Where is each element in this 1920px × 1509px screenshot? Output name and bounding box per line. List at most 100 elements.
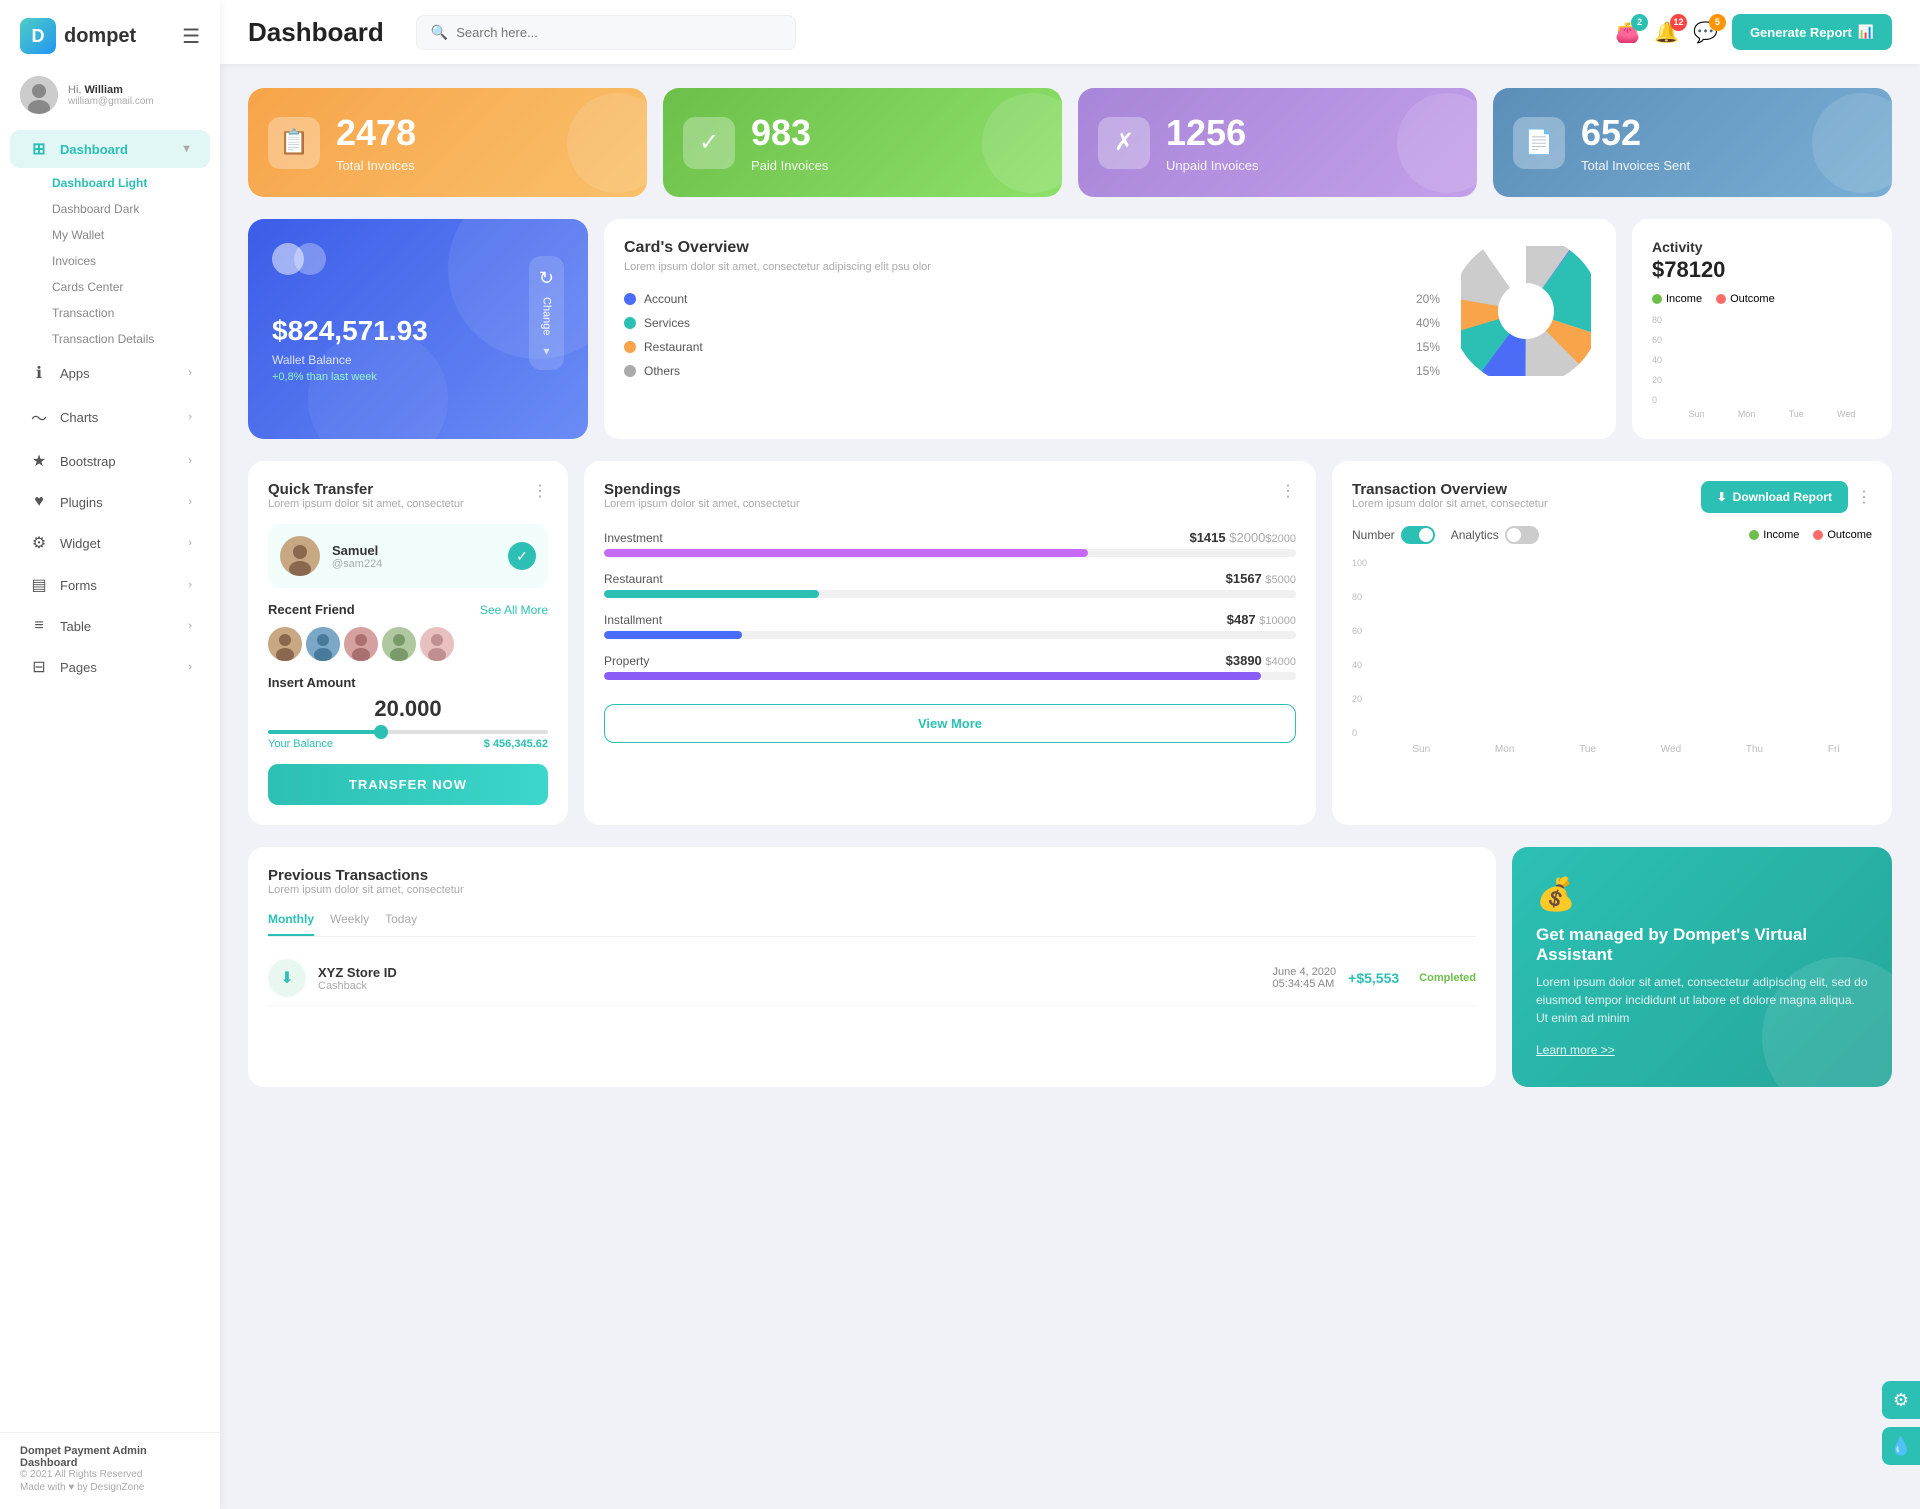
restaurant-percent: 15%: [1416, 340, 1440, 354]
bottom-row-1: Quick Transfer Lorem ipsum dolor sit ame…: [248, 461, 1892, 825]
overview-content: Card's Overview Lorem ipsum dolor sit am…: [624, 239, 1596, 383]
view-more-label: View More: [918, 716, 982, 731]
sidebar-item-apps[interactable]: ℹ Apps ›: [10, 354, 210, 392]
table-icon: ≡: [28, 617, 50, 635]
income-dot: [1652, 294, 1662, 304]
act-bars: [1670, 315, 1872, 405]
sidebar-item-label-table: Table: [60, 619, 91, 634]
activity-amount: $78120: [1652, 257, 1872, 283]
friend-avatar-1[interactable]: [268, 627, 302, 661]
wallet-label: Wallet Balance: [272, 353, 517, 367]
sidebar-sub-item-light[interactable]: Dashboard Light: [52, 170, 220, 196]
overview-title: Card's Overview: [624, 239, 1440, 257]
virtual-assistant-card: 💰 Get managed by Dompet's Virtual Assist…: [1512, 847, 1892, 1087]
transfer-now-button[interactable]: TRANSFER NOW: [268, 764, 548, 805]
qt-recent-label: Recent Friend: [268, 602, 355, 617]
sp-bar-fill-investment: [604, 549, 1088, 557]
restaurant-label: Restaurant: [644, 340, 703, 354]
hamburger-icon[interactable]: ☰: [182, 24, 200, 49]
sp-bar-bg-restaurant: [604, 590, 1296, 598]
qt-see-all-link[interactable]: See All More: [480, 603, 548, 617]
restaurant-dot: [624, 341, 636, 353]
friend-avatar-5[interactable]: [420, 627, 454, 661]
chevron-right-icon-6: ›: [188, 579, 192, 591]
search-input[interactable]: [456, 25, 781, 40]
va-learn-more-link[interactable]: Learn more >>: [1536, 1043, 1615, 1057]
sidebar-sub-item-wallet[interactable]: My Wallet: [52, 222, 220, 248]
sidebar-item-pages[interactable]: ⊟ Pages ›: [10, 648, 210, 686]
settings-float-button[interactable]: ⚙: [1882, 1381, 1920, 1419]
copyright: © 2021 All Rights Reserved: [20, 1469, 200, 1480]
bell-icon-btn[interactable]: 🔔 12: [1654, 20, 1679, 45]
view-more-button[interactable]: View More: [604, 704, 1296, 743]
qt-amount-display: 20.000: [268, 696, 548, 722]
pt-desc: Lorem ipsum dolor sit amet, consectetur: [268, 884, 464, 896]
unpaid-invoices-value: 1256: [1166, 112, 1259, 154]
theme-float-button[interactable]: 💧: [1882, 1427, 1920, 1465]
sp-item-restaurant: Restaurant $1567 $5000: [604, 571, 1296, 598]
sidebar-sub-item-invoices[interactable]: Invoices: [52, 248, 220, 274]
sidebar-item-table[interactable]: ≡ Table ›: [10, 608, 210, 644]
chat-icon-btn[interactable]: 💬 5: [1693, 20, 1718, 45]
sidebar-sub-item-transaction-details[interactable]: Transaction Details: [52, 326, 220, 352]
quick-transfer-more-icon[interactable]: ⋮: [532, 481, 548, 501]
pt-title: Previous Transactions: [268, 867, 464, 884]
overview-row-restaurant: Restaurant 15%: [624, 335, 1440, 359]
tov-more-icon[interactable]: ⋮: [1856, 487, 1872, 507]
chevron-right-icon-7: ›: [188, 620, 192, 632]
spendings-header: Spendings Lorem ipsum dolor sit amet, co…: [604, 481, 1296, 526]
sidebar-item-bootstrap[interactable]: ★ Bootstrap ›: [10, 442, 210, 480]
qt-selected-person: Samuel @sam224 ✓: [268, 524, 548, 588]
account-label: Account: [644, 292, 687, 306]
plugins-icon: ♥: [28, 493, 50, 511]
overview-left: Card's Overview Lorem ipsum dolor sit am…: [624, 239, 1440, 383]
chevron-right-icon-3: ›: [188, 455, 192, 467]
friend-avatar-4[interactable]: [382, 627, 416, 661]
sidebar-item-plugins[interactable]: ♥ Plugins ›: [10, 484, 210, 520]
others-dot: [624, 365, 636, 377]
cashback-icon: ⬇: [280, 968, 293, 988]
outcome-legend-label-tov: Outcome: [1827, 529, 1872, 541]
sidebar-item-forms[interactable]: ▤ Forms ›: [10, 566, 210, 604]
number-toggle-switch[interactable]: [1401, 526, 1435, 544]
pt-tab-monthly[interactable]: Monthly: [268, 912, 314, 936]
transaction-overview-card: Transaction Overview Lorem ipsum dolor s…: [1332, 461, 1892, 825]
spendings-more-icon[interactable]: ⋮: [1280, 481, 1296, 501]
table-row: ⬇ XYZ Store ID Cashback June 4, 2020 05:…: [268, 951, 1476, 1006]
friend-avatar-2[interactable]: [306, 627, 340, 661]
pt-tab-today[interactable]: Today: [385, 912, 417, 936]
pt-item-amount: +$5,553: [1348, 970, 1399, 986]
qt-person-avatar: [280, 536, 320, 576]
stat-bg-circle-2: [982, 93, 1062, 193]
sidebar-sub-item-transaction[interactable]: Transaction: [52, 300, 220, 326]
wallet-icon-btn[interactable]: 👛 2: [1615, 20, 1640, 45]
friend-avatar-3[interactable]: [344, 627, 378, 661]
sp-bar-bg-property: [604, 672, 1296, 680]
total-invoices-value: 2478: [336, 112, 416, 154]
stat-bg-circle-3: [1397, 93, 1477, 193]
sidebar-sub-item-dark[interactable]: Dashboard Dark: [52, 196, 220, 222]
generate-report-button[interactable]: Generate Report 📊: [1732, 14, 1892, 50]
sidebar-sub-item-cards[interactable]: Cards Center: [52, 274, 220, 300]
unpaid-invoices-label: Unpaid Invoices: [1166, 158, 1259, 173]
qt-slider[interactable]: [268, 730, 548, 734]
sidebar-item-charts[interactable]: 〜 Charts ›: [10, 396, 210, 438]
qt-balance-label: Your Balance: [268, 738, 333, 750]
total-sent-info: 652 Total Invoices Sent: [1581, 112, 1690, 173]
spendings-desc: Lorem ipsum dolor sit amet, consectetur: [604, 498, 800, 510]
prev-transactions-card: Previous Transactions Lorem ipsum dolor …: [248, 847, 1496, 1087]
pt-tab-weekly[interactable]: Weekly: [330, 912, 369, 936]
analytics-toggle-switch[interactable]: [1505, 526, 1539, 544]
tov-chart: 100806040200: [1352, 558, 1872, 755]
topbar: Dashboard 🔍 👛 2 🔔 12 💬 5 Generate Report…: [220, 0, 1920, 64]
stat-card-paid-invoices: ✓ 983 Paid Invoices: [663, 88, 1062, 197]
made-by: Made with ♥ by DesignZone: [20, 1482, 200, 1493]
download-icon: ⬇: [1717, 490, 1727, 504]
sidebar-item-dashboard[interactable]: ⊞ Dashboard ▼: [10, 130, 210, 168]
chat-badge: 5: [1709, 14, 1726, 31]
download-report-button[interactable]: ⬇ Download Report: [1701, 481, 1848, 513]
outcome-dot-tov: [1813, 530, 1823, 540]
others-percent: 15%: [1416, 364, 1440, 378]
sidebar-item-widget[interactable]: ⚙ Widget ›: [10, 524, 210, 562]
total-invoices-icon: 📋: [268, 117, 320, 169]
